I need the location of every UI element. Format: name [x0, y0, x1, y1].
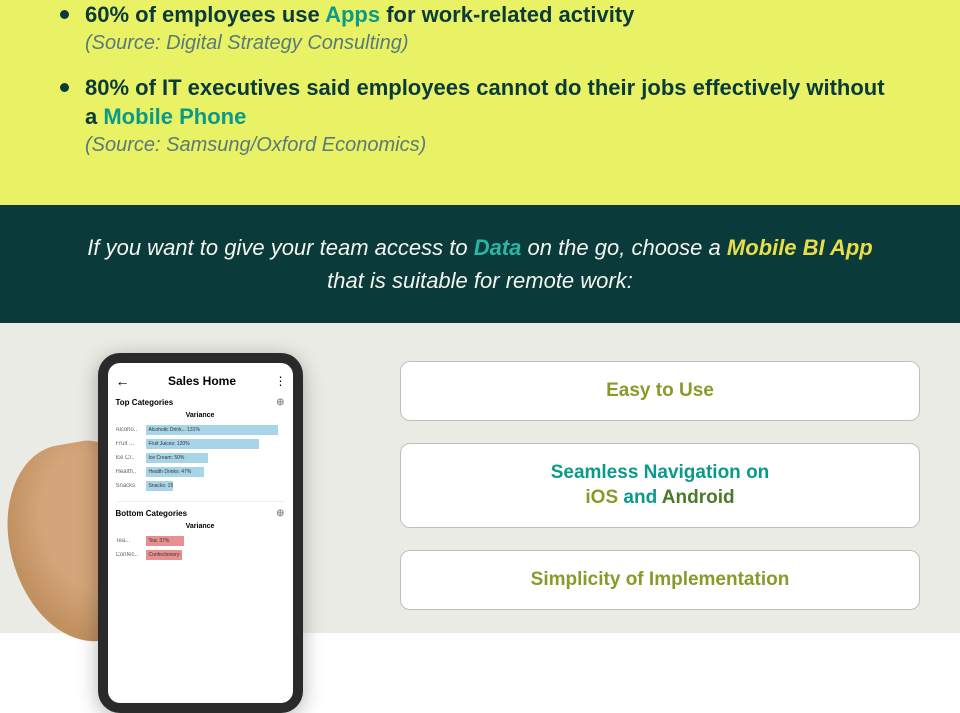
phone-illustration: ← Sales Home ⋮ Top Categories ⊕ Variance…	[40, 353, 360, 603]
chart-row: Health..Health Drinks: 47%	[116, 467, 285, 477]
stat-source: (Source: Digital Strategy Consulting)	[85, 32, 900, 55]
feature-simplicity: Simplicity of Implementation	[400, 550, 920, 610]
top-categories-chart: Alcoho..Alcoholic Drink... 131%Fruit ...…	[116, 425, 285, 491]
search-icon: ⊕	[276, 397, 284, 408]
section-bottom-categories: Bottom Categories ⊕	[116, 508, 285, 519]
chart-bar: Tea: 37%	[146, 536, 185, 546]
chart-row: Alcoho..Alcoholic Drink... 131%	[116, 425, 285, 435]
stat-bullet-2: 80% of IT executives said employees cann…	[60, 73, 900, 157]
chart-bar: Fruit Juices: 120%	[146, 439, 260, 449]
stat-bullet-1: 60% of employees use Apps for work-relat…	[60, 0, 900, 55]
chart-label: Ice Cr..	[116, 455, 146, 461]
chart-row: SnacksSnacks: 15%	[116, 481, 285, 491]
chart-label: Confec..	[116, 552, 146, 558]
chart-bar: Alcoholic Drink... 131%	[146, 425, 278, 435]
chart-bar: Ice Cream: 50%	[146, 453, 209, 463]
chart-label: Fruit ...	[116, 441, 146, 447]
chart-bar: Health Drinks: 47%	[146, 467, 204, 477]
bullet-dot-icon	[60, 83, 69, 92]
chart-label: Alcoho..	[116, 427, 146, 433]
cta-text: If you want to give your team access to …	[70, 231, 890, 297]
chart-bar: Confectionery: 35%	[146, 550, 182, 560]
chart-label: Snacks	[116, 483, 146, 489]
feature-easy: Easy to Use	[400, 361, 920, 421]
divider	[116, 501, 285, 502]
features-section: ← Sales Home ⋮ Top Categories ⊕ Variance…	[0, 323, 960, 633]
variance-label: Variance	[116, 412, 285, 419]
feature-navigation: Seamless Navigation on iOS and Android	[400, 443, 920, 528]
search-icon: ⊕	[276, 508, 284, 519]
stats-section: 60% of employees use Apps for work-relat…	[0, 0, 960, 205]
phone-app-header: ← Sales Home ⋮	[116, 373, 285, 389]
highlight-mobile: Mobile Phone	[103, 104, 246, 129]
feature-list: Easy to Use Seamless Navigation on iOS a…	[400, 353, 920, 603]
phone-frame: ← Sales Home ⋮ Top Categories ⊕ Variance…	[98, 353, 303, 713]
stat-source: (Source: Samsung/Oxford Economics)	[85, 134, 900, 157]
chart-bar: Snacks: 15%	[146, 481, 174, 491]
section-top-categories: Top Categories ⊕	[116, 397, 285, 408]
chart-row: Ice Cr..Ice Cream: 50%	[116, 453, 285, 463]
highlight-apps: Apps	[325, 2, 380, 27]
phone-screen: ← Sales Home ⋮ Top Categories ⊕ Variance…	[108, 363, 293, 703]
variance-label: Variance	[116, 523, 285, 530]
bottom-categories-chart: Tea...Tea: 37%Confec..Confectionery: 35%	[116, 536, 285, 560]
chart-row: Confec..Confectionery: 35%	[116, 550, 285, 560]
chart-label: Health..	[116, 469, 146, 475]
stat-text: 80% of IT executives said employees cann…	[85, 73, 900, 132]
menu-icon: ⋮	[274, 374, 284, 388]
highlight-data: Data	[474, 235, 522, 260]
phone-app-title: Sales Home	[168, 374, 236, 388]
chart-label: Tea...	[116, 538, 146, 544]
cta-band: If you want to give your team access to …	[0, 205, 960, 323]
chart-row: Tea...Tea: 37%	[116, 536, 285, 546]
chart-row: Fruit ...Fruit Juices: 120%	[116, 439, 285, 449]
bullet-dot-icon	[60, 10, 69, 19]
back-icon: ←	[116, 373, 130, 389]
highlight-mobile-bi: Mobile BI App	[727, 235, 873, 260]
stat-text: 60% of employees use Apps for work-relat…	[85, 0, 900, 30]
